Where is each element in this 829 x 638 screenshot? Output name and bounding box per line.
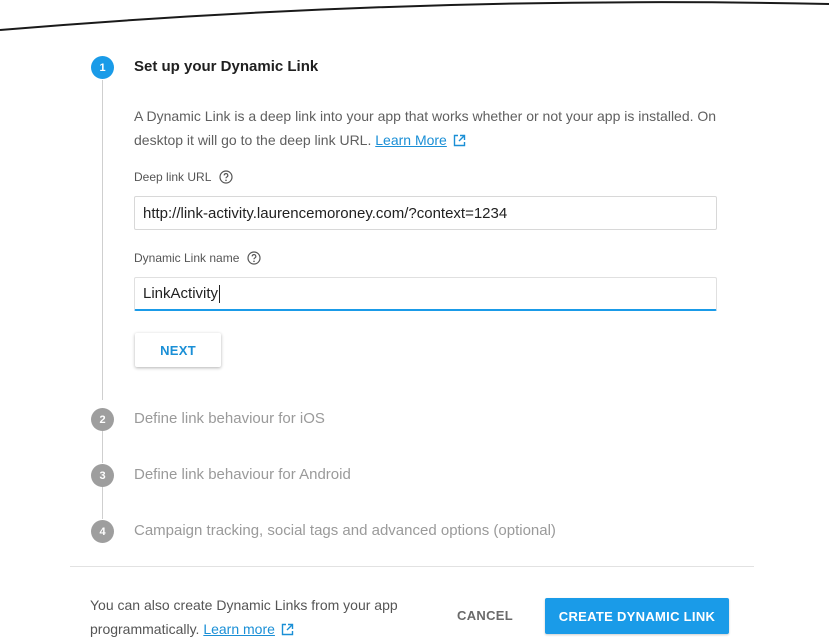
step-4-indicator: 4: [91, 520, 114, 543]
footer-divider: [70, 566, 754, 567]
step-3-indicator: 3: [91, 464, 114, 487]
step-2-title[interactable]: Define link behaviour for iOS: [134, 410, 325, 427]
dynamic-link-name-input[interactable]: LinkActivity: [134, 277, 717, 311]
step-3-title[interactable]: Define link behaviour for Android: [134, 466, 351, 483]
open-in-new-icon[interactable]: [453, 130, 466, 154]
step-number: 3: [99, 469, 106, 482]
step-connector-line: [102, 487, 103, 519]
step-4-title[interactable]: Campaign tracking, social tags and advan…: [134, 522, 556, 539]
step-1-title: Set up your Dynamic Link: [134, 58, 319, 75]
dynamic-link-name-label: Dynamic Link name: [134, 251, 261, 265]
next-button[interactable]: NEXT: [135, 333, 221, 367]
step-2-indicator: 2: [91, 408, 114, 431]
cancel-button[interactable]: CANCEL: [452, 598, 518, 632]
deep-link-url-label: Deep link URL: [134, 170, 233, 184]
link-name-label-text: Dynamic Link name: [134, 251, 240, 265]
step-number: 1: [99, 61, 106, 74]
deep-link-url-input[interactable]: http://link-activity.laurencemoroney.com…: [134, 196, 717, 230]
learn-more-link[interactable]: Learn More: [375, 132, 447, 148]
text-caret: [219, 284, 221, 303]
deep-link-url-value: http://link-activity.laurencemoroney.com…: [143, 204, 508, 222]
page-edge-curve: [0, 1, 829, 31]
open-in-new-icon[interactable]: [281, 619, 294, 638]
deep-link-label-text: Deep link URL: [134, 170, 212, 184]
step-1-description: A Dynamic Link is a deep link into your …: [134, 104, 724, 154]
step-number: 4: [99, 525, 106, 538]
footer-learn-more-label: Learn more: [203, 621, 275, 637]
step-connector-line: [102, 431, 103, 463]
step-connector-line: [102, 80, 103, 400]
footer-learn-more-link[interactable]: Learn more: [203, 621, 275, 637]
help-icon[interactable]: [219, 170, 233, 184]
footer-note: You can also create Dynamic Links from y…: [90, 593, 420, 638]
create-dynamic-link-button[interactable]: CREATE DYNAMIC LINK: [545, 598, 729, 634]
learn-more-label: Learn More: [375, 132, 447, 148]
step-number: 2: [99, 413, 106, 426]
dynamic-link-dialog: 1 Set up your Dynamic Link A Dynamic Lin…: [0, 0, 829, 638]
step-1-indicator: 1: [91, 56, 114, 79]
dynamic-link-name-value: LinkActivity: [143, 285, 219, 302]
help-icon[interactable]: [247, 251, 261, 265]
